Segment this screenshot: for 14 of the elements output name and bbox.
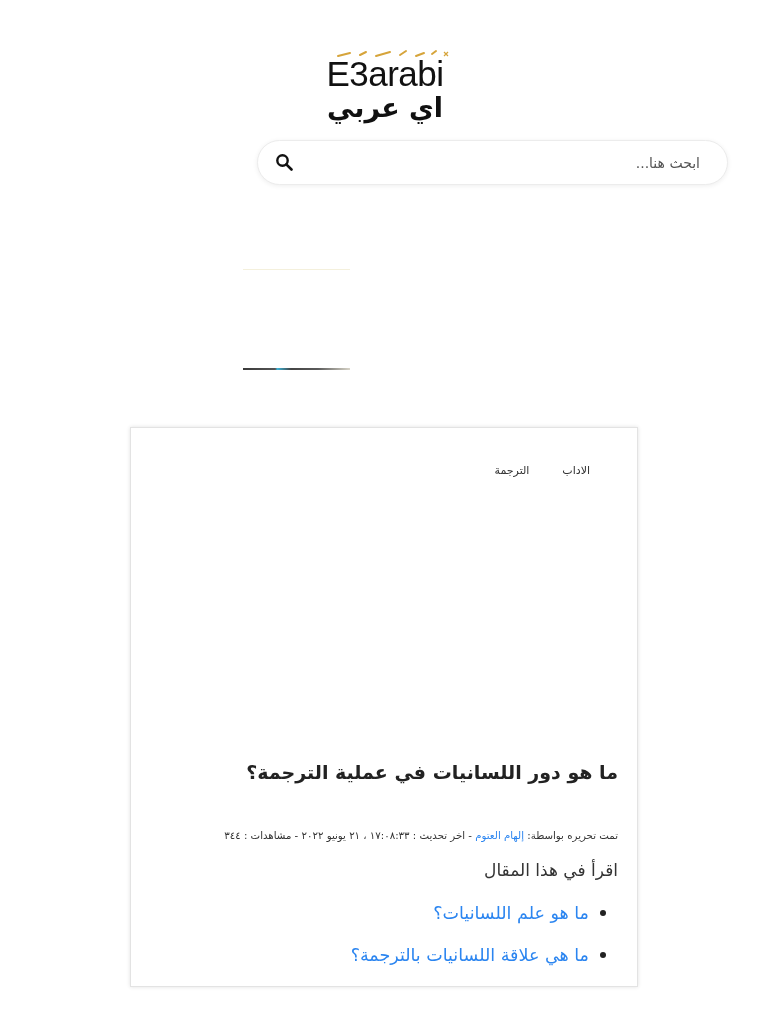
- category-link[interactable]: الترجمة: [494, 463, 530, 479]
- logo-text[interactable]: E3arabi: [326, 58, 444, 90]
- category-link[interactable]: الاداب: [562, 463, 590, 479]
- article-title: ما هو دور اللسانيات في عملية الترجمة؟: [245, 760, 618, 785]
- logo-arabic-text[interactable]: اي عربي: [326, 90, 444, 126]
- author-link[interactable]: إلهام العتوم: [475, 830, 524, 841]
- toc-heading: اقرأ في هذا المقال: [483, 858, 618, 883]
- search-field[interactable]: ابحث هنا...: [257, 140, 728, 185]
- toc-link[interactable]: ما هو علم اللسانيات؟: [433, 900, 589, 926]
- bullet-icon: [600, 910, 606, 916]
- search-icon[interactable]: [275, 153, 293, 171]
- toc-link[interactable]: ما هي علاقة اللسانيات بالترجمة؟: [350, 942, 589, 968]
- article-meta: تمت تحريره بواسطة: إلهام العتوم - اخر تحديث : ١٧:٠٨:٣٣ ، ٢١ يونيو ٢٠٢٢ - مشاهدات : ٣٤٤: [223, 829, 618, 844]
- bullet-icon: [600, 952, 606, 958]
